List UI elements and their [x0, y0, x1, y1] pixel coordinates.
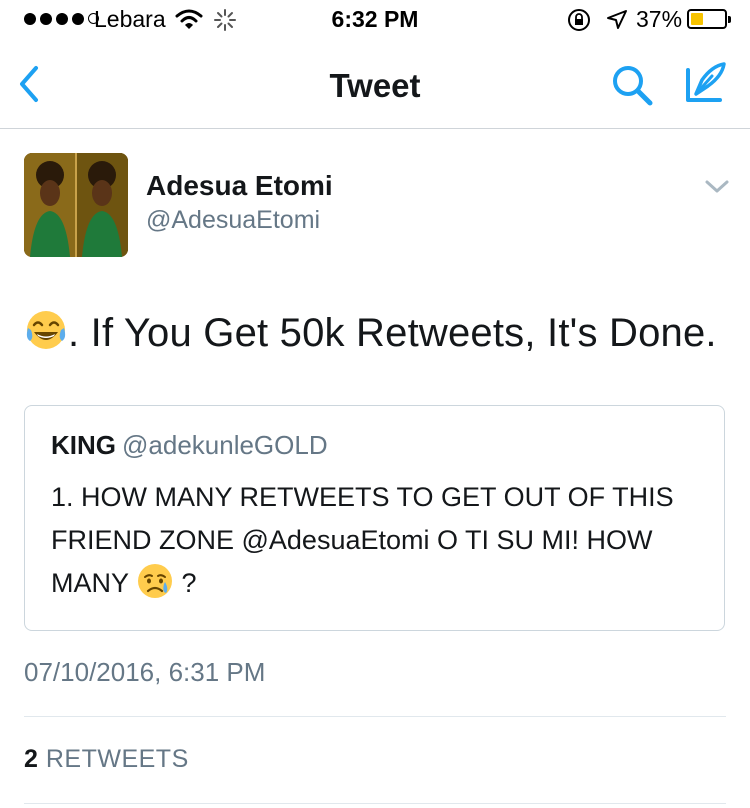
compose-icon[interactable] — [682, 60, 728, 106]
status-bar: Lebara 6:32 PM 37% — [0, 0, 750, 40]
disappointed-relieved-emoji-icon — [136, 562, 174, 600]
quoted-author-handle: @adekunleGOLD — [122, 430, 328, 460]
search-icon[interactable] — [609, 62, 655, 108]
rotation-lock-icon — [566, 8, 592, 38]
divider — [24, 803, 726, 804]
retweet-label: RETWEETS — [45, 745, 189, 773]
quoted-author-name: KING — [51, 430, 116, 460]
battery-percentage: 37% — [636, 6, 683, 32]
retweet-count: 2 — [24, 745, 39, 773]
author-name[interactable]: Adesua Etomi — [146, 170, 333, 202]
quoted-tweet-header: KING @adekunleGOLD — [51, 430, 328, 461]
tweet-text: . If You Get 50k Retweets, It's Done. — [24, 308, 724, 356]
tweet-body: . If You Get 50k Retweets, It's Done. — [68, 311, 717, 355]
navigation-bar: Tweet — [0, 40, 750, 129]
chevron-down-icon[interactable] — [703, 178, 731, 196]
tears-of-joy-emoji-icon — [24, 308, 68, 352]
quoted-tweet-trailing: ? — [174, 568, 197, 598]
quoted-tweet-card[interactable]: KING @adekunleGOLD 1. HOW MANY RETWEETS T… — [24, 405, 725, 631]
author-handle[interactable]: @AdesuaEtomi — [146, 206, 320, 235]
retweet-stats[interactable]: 2 RETWEETS — [24, 745, 189, 774]
quoted-tweet-text: 1. HOW MANY RETWEETS TO GET OUT OF THIS … — [51, 476, 701, 605]
battery-icon — [687, 9, 731, 29]
avatar[interactable] — [24, 153, 128, 257]
divider — [24, 716, 726, 717]
location-arrow-icon — [605, 8, 629, 38]
tweet-timestamp: 07/10/2016, 6:31 PM — [24, 657, 266, 687]
